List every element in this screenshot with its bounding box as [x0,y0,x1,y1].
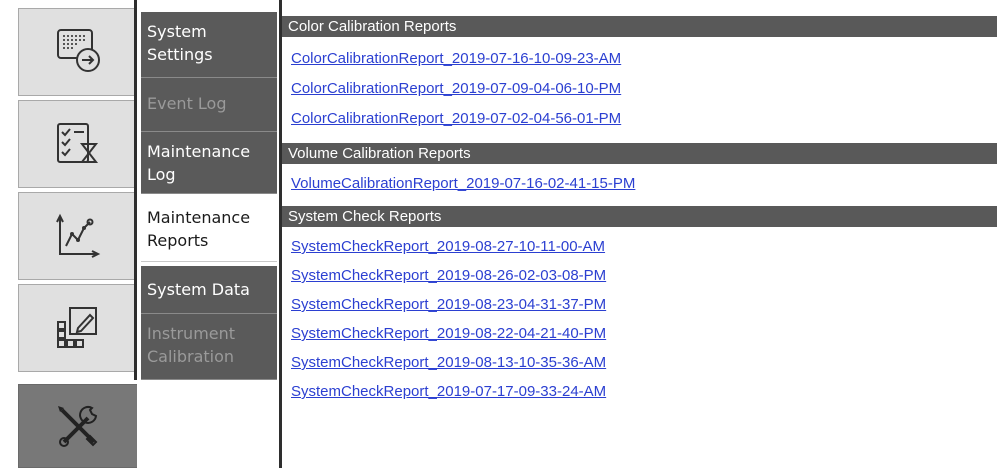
submenu-item-system-data[interactable]: System Data [141,266,277,314]
rail-button-layout[interactable] [18,284,138,372]
report-link[interactable]: SystemCheckReport_2019-08-27-10-11-00-AM [291,238,605,256]
report-link[interactable]: ColorCalibrationReport_2019-07-02-04-56-… [291,110,621,128]
report-link[interactable]: VolumeCalibrationReport_2019-07-16-02-41… [291,175,635,193]
submenu-item-event-log[interactable]: Event Log [141,78,277,132]
report-link[interactable]: SystemCheckReport_2019-08-22-04-21-40-PM [291,325,606,343]
checklist-hourglass-icon [57,123,99,163]
rail-button-charts[interactable] [18,192,138,280]
line-chart-icon [56,213,101,258]
icon-rail [0,0,138,468]
submenu-item-maintenance-log[interactable]: Maintenance Log [141,132,277,194]
maintenance-reports-screen: System Settings Event Log Maintenance Lo… [0,0,997,468]
tools-icon [58,405,98,447]
grid-edit-icon [57,307,97,348]
report-link[interactable]: ColorCalibrationReport_2019-07-09-04-06-… [291,80,621,98]
report-link[interactable]: SystemCheckReport_2019-08-13-10-35-36-AM [291,354,606,372]
rail-button-tools[interactable] [18,384,138,468]
section-header-system-check: System Check Reports [282,206,997,227]
reports-panel: Color Calibration Reports ColorCalibrati… [282,8,997,468]
rail-button-export[interactable] [18,8,138,96]
submenu-item-system-settings[interactable]: System Settings [141,12,277,78]
section-header-color-calibration: Color Calibration Reports [282,16,997,37]
rail-button-checklist[interactable] [18,100,138,188]
export-screen-icon [57,29,100,72]
submenu-item-instrument-calibration[interactable]: Instrument Calibration [141,314,277,380]
submenu-item-maintenance-reports[interactable]: Maintenance Reports [141,198,277,262]
report-link[interactable]: SystemCheckReport_2019-08-26-02-03-08-PM [291,267,606,285]
report-link[interactable]: SystemCheckReport_2019-07-17-09-33-24-AM [291,383,606,401]
maintenance-submenu: System Settings Event Log Maintenance Lo… [137,0,280,468]
report-link[interactable]: SystemCheckReport_2019-08-23-04-31-37-PM [291,296,606,314]
report-link[interactable]: ColorCalibrationReport_2019-07-16-10-09-… [291,50,621,68]
section-header-volume-calibration: Volume Calibration Reports [282,143,997,164]
